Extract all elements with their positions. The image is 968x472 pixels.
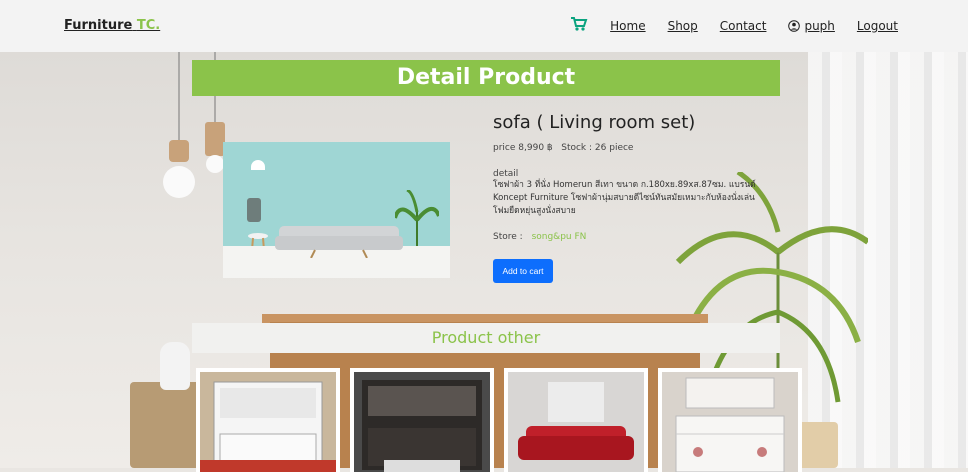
store-label: Store : (493, 232, 523, 242)
add-to-cart-button[interactable]: Add to cart (493, 259, 553, 283)
other-product-card-2[interactable] (350, 368, 494, 472)
price-value: 8,990 ฿ (518, 143, 553, 153)
nav-user-link[interactable]: puph (788, 18, 835, 33)
red-sofa-image (518, 382, 634, 460)
white-dresser-image (675, 377, 785, 472)
other-product-card-3[interactable] (504, 368, 648, 472)
store-name-link[interactable]: song&pu FN (532, 232, 587, 242)
nav-logout-link[interactable]: Logout (857, 19, 898, 33)
kitchen-cabinet-black-image (362, 380, 482, 472)
image-lamp (251, 160, 265, 170)
brand-logo[interactable]: Furniture TC. (64, 18, 160, 33)
product-info: sofa ( Living room set) price 8,990 ฿ St… (493, 112, 793, 242)
other-product-card-4[interactable] (658, 368, 802, 472)
product-title: sofa ( Living room set) (493, 112, 696, 133)
nav-contact-link[interactable]: Contact (720, 19, 767, 33)
user-icon (788, 19, 801, 32)
stock-value: 26 piece (594, 143, 634, 153)
detail-product-banner: Detail Product (192, 60, 780, 96)
detail-description: โซฟาผ้า 3 ที่นั่ง Homerun สีเทา ขนาด ก.1… (493, 180, 756, 216)
brand-accent: TC. (136, 18, 161, 33)
other-products-list (196, 368, 802, 472)
detail-label: detail (493, 169, 519, 179)
stock-label: Stock : (561, 143, 593, 153)
kitchen-cabinet-white-image (200, 381, 336, 472)
product-image (223, 142, 450, 278)
other-product-card-1[interactable] (196, 368, 340, 472)
user-name: puph (804, 18, 835, 33)
navbar: Furniture TC. Home Shop Contact puph Log… (0, 0, 968, 53)
brand-main: Furniture (64, 18, 133, 33)
vase (160, 342, 190, 390)
image-sofa (275, 226, 403, 258)
nav-links: Home Shop Contact puph Logout (570, 16, 898, 35)
price-label: price (493, 143, 516, 153)
price-stock-row: price 8,990 ฿ Stock : 26 piece (493, 143, 793, 153)
image-mirror (247, 198, 261, 222)
nav-home-link[interactable]: Home (610, 19, 645, 33)
store-row: Store : song&pu FN (493, 232, 793, 242)
cart-icon[interactable] (570, 16, 588, 35)
product-other-banner: Product other (192, 323, 780, 353)
nav-shop-link[interactable]: Shop (668, 19, 698, 33)
